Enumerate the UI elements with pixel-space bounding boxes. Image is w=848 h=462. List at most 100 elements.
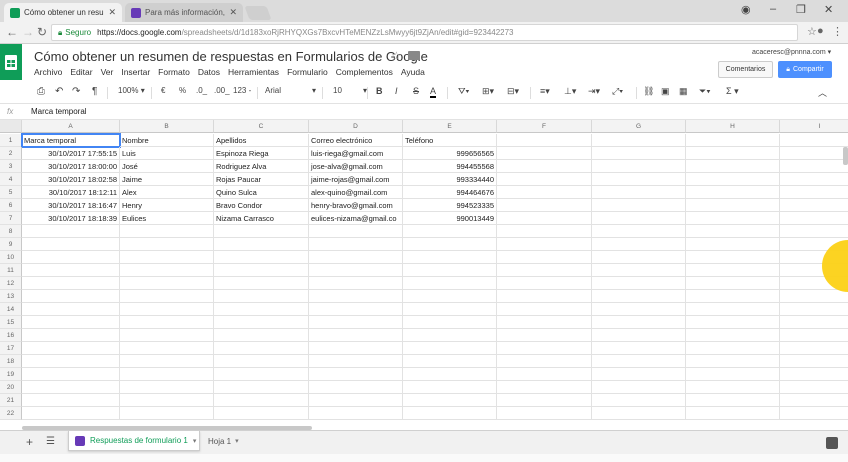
empty-cell[interactable] — [214, 368, 309, 381]
empty-cell[interactable] — [309, 264, 403, 277]
formula-input[interactable]: Marca temporal — [31, 107, 87, 116]
empty-cell[interactable] — [22, 368, 120, 381]
strikethrough-button[interactable]: S — [413, 86, 419, 96]
empty-cell[interactable] — [214, 407, 309, 420]
data-cell[interactable]: Henry — [120, 199, 214, 212]
empty-cell[interactable] — [686, 186, 780, 199]
empty-cell[interactable] — [686, 381, 780, 394]
empty-cell[interactable] — [403, 316, 497, 329]
column-header[interactable]: A — [22, 120, 120, 133]
empty-cell[interactable] — [214, 355, 309, 368]
empty-cell[interactable] — [497, 342, 592, 355]
empty-cell[interactable] — [309, 355, 403, 368]
row-header[interactable]: 8 — [0, 225, 22, 238]
empty-cell[interactable] — [592, 394, 686, 407]
empty-cell[interactable] — [592, 134, 686, 147]
data-cell[interactable]: Luis — [120, 147, 214, 160]
empty-cell[interactable] — [309, 251, 403, 264]
empty-cell[interactable] — [686, 407, 780, 420]
empty-cell[interactable] — [780, 186, 848, 199]
empty-cell[interactable] — [780, 394, 848, 407]
data-cell[interactable]: Espinoza Riega — [214, 147, 309, 160]
empty-cell[interactable] — [686, 212, 780, 225]
row-header[interactable]: 4 — [0, 173, 22, 186]
data-cell[interactable]: Alex — [120, 186, 214, 199]
url-field[interactable]: 🔒︎ Seguro https://docs.google.com /sprea… — [51, 24, 798, 41]
empty-cell[interactable] — [592, 277, 686, 290]
empty-cell[interactable] — [309, 394, 403, 407]
empty-cell[interactable] — [497, 186, 592, 199]
select-all-corner[interactable] — [0, 120, 22, 133]
row-header[interactable]: 2 — [0, 147, 22, 160]
empty-cell[interactable] — [214, 303, 309, 316]
empty-cell[interactable] — [403, 264, 497, 277]
empty-cell[interactable] — [22, 303, 120, 316]
row-header[interactable]: 18 — [0, 355, 22, 368]
empty-cell[interactable] — [403, 225, 497, 238]
sheet-tab[interactable]: Hoja 1 ▾ — [202, 431, 244, 451]
menu-complementos[interactable]: Complementos — [336, 67, 393, 77]
empty-cell[interactable] — [686, 264, 780, 277]
text-rotation-icon[interactable]: ⤢▾ — [612, 86, 623, 97]
row-header[interactable]: 14 — [0, 303, 22, 316]
row-header[interactable]: 1 — [0, 134, 22, 147]
font-family-select[interactable]: Arial ▾ — [265, 86, 317, 95]
data-cell[interactable]: Rojas Paucar — [214, 173, 309, 186]
empty-cell[interactable] — [592, 160, 686, 173]
empty-cell[interactable] — [214, 316, 309, 329]
data-cell[interactable]: Eulices — [120, 212, 214, 225]
empty-cell[interactable] — [403, 290, 497, 303]
data-cell[interactable]: 990013449 — [403, 212, 497, 225]
empty-cell[interactable] — [309, 316, 403, 329]
empty-cell[interactable] — [780, 173, 848, 186]
new-tab-button[interactable] — [244, 6, 272, 20]
empty-cell[interactable] — [120, 225, 214, 238]
data-cell[interactable]: eulices-nizama@gmail.co — [309, 212, 403, 225]
data-cell[interactable]: 993334440 — [403, 173, 497, 186]
row-header[interactable]: 3 — [0, 160, 22, 173]
empty-cell[interactable] — [592, 329, 686, 342]
empty-cell[interactable] — [497, 147, 592, 160]
text-wrap-icon[interactable]: ⇥▾ — [588, 86, 600, 97]
empty-cell[interactable] — [22, 355, 120, 368]
empty-cell[interactable] — [497, 251, 592, 264]
empty-cell[interactable] — [22, 290, 120, 303]
empty-cell[interactable] — [780, 407, 848, 420]
column-header[interactable]: H — [686, 120, 780, 133]
column-header[interactable]: C — [214, 120, 309, 133]
menu-insertar[interactable]: Insertar — [121, 67, 150, 77]
merge-cells-icon[interactable]: ⊟▾ — [507, 86, 519, 97]
empty-cell[interactable] — [592, 303, 686, 316]
empty-cell[interactable] — [120, 394, 214, 407]
empty-cell[interactable] — [497, 290, 592, 303]
empty-cell[interactable] — [592, 264, 686, 277]
extension-icon[interactable]: ● — [817, 25, 824, 37]
forward-icon[interactable]: → — [22, 25, 34, 39]
collapse-toolbar-icon[interactable]: ︿ — [818, 86, 827, 99]
empty-cell[interactable] — [214, 264, 309, 277]
document-title[interactable]: Cómo obtener un resumen de respuestas en… — [34, 49, 428, 64]
empty-cell[interactable] — [214, 394, 309, 407]
empty-cell[interactable] — [403, 303, 497, 316]
empty-cell[interactable] — [686, 173, 780, 186]
row-header[interactable]: 20 — [0, 381, 22, 394]
empty-cell[interactable] — [403, 381, 497, 394]
menu-formato[interactable]: Formato — [158, 67, 190, 77]
empty-cell[interactable] — [497, 264, 592, 277]
empty-cell[interactable] — [686, 134, 780, 147]
increase-decimal-button[interactable]: .00_ — [214, 86, 230, 95]
empty-cell[interactable] — [403, 342, 497, 355]
empty-cell[interactable] — [22, 407, 120, 420]
align-horizontal-icon[interactable]: ≡▾ — [540, 86, 550, 97]
empty-cell[interactable] — [592, 381, 686, 394]
empty-cell[interactable] — [120, 368, 214, 381]
row-header[interactable]: 12 — [0, 277, 22, 290]
empty-cell[interactable] — [780, 316, 848, 329]
percent-format-button[interactable]: % — [179, 86, 186, 95]
borders-icon[interactable]: ⊞▾ — [482, 86, 494, 97]
empty-cell[interactable] — [497, 381, 592, 394]
data-cell[interactable]: Rodriguez Alva — [214, 160, 309, 173]
empty-cell[interactable] — [403, 251, 497, 264]
empty-cell[interactable] — [497, 199, 592, 212]
empty-cell[interactable] — [592, 199, 686, 212]
